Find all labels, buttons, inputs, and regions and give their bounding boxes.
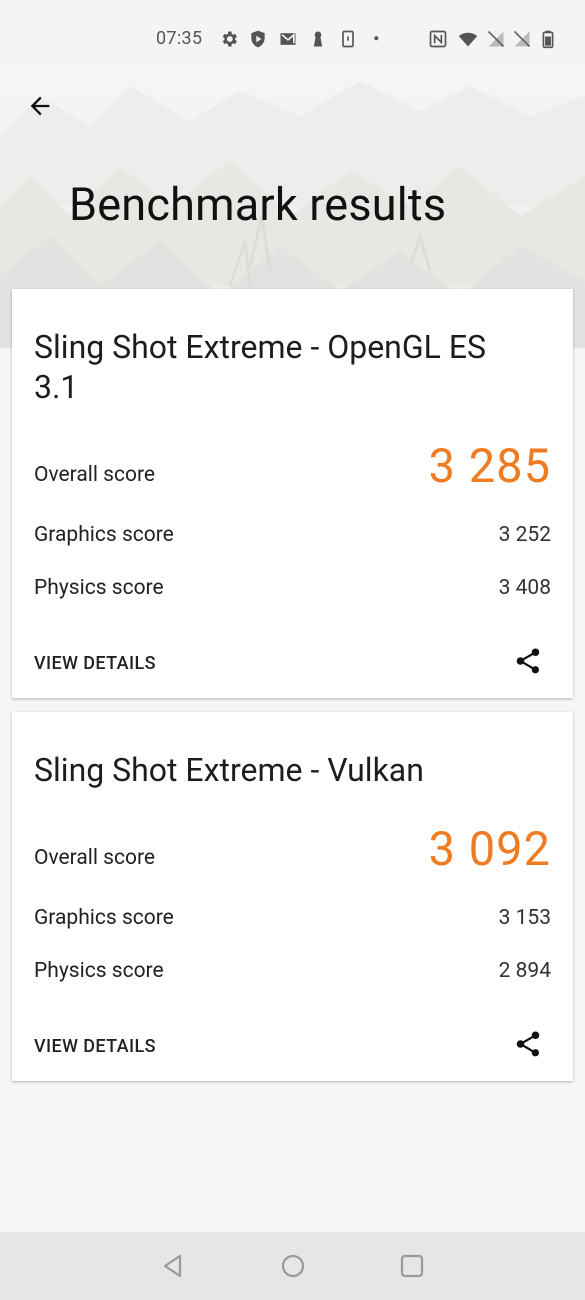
system-nav-bar (0, 1232, 585, 1300)
test-title: Sling Shot Extreme - OpenGL ES 3.1 (34, 328, 486, 406)
share-button[interactable] (513, 1029, 543, 1059)
page-title: Benchmark results (69, 178, 447, 231)
share-icon (516, 648, 540, 674)
physics-score-value: 3 408 (498, 576, 551, 600)
view-details-button[interactable]: VIEW DETAILS (34, 1036, 156, 1057)
physics-score-value: 2 894 (498, 959, 551, 983)
app-screen: 07:35 Benchmark results Sling Shot Extre… (0, 0, 585, 1300)
overall-score-value: 3 092 (428, 822, 551, 877)
phone-notification-icon (338, 29, 358, 49)
keyhole-icon (308, 29, 328, 49)
view-details-button[interactable]: VIEW DETAILS (34, 653, 156, 674)
no-signal-icon (486, 29, 506, 49)
share-button[interactable] (513, 646, 543, 676)
back-triangle-icon (163, 1254, 182, 1278)
graphics-score-label: Graphics score (34, 523, 174, 547)
shield-play-icon (248, 29, 268, 49)
nav-home-button[interactable] (279, 1252, 307, 1280)
recents-square-icon (400, 1254, 424, 1278)
battery-icon (538, 29, 558, 49)
nav-recents-button[interactable] (398, 1252, 426, 1280)
back-button[interactable] (22, 88, 58, 124)
overall-score-value: 3 285 (428, 439, 551, 494)
graphics-score-label: Graphics score (34, 906, 174, 930)
test-title: Sling Shot Extreme - Vulkan (34, 751, 424, 789)
nfc-icon (428, 29, 448, 49)
share-icon (516, 1031, 540, 1057)
status-bar: 07:35 (0, 0, 585, 66)
overall-score-label: Overall score (34, 463, 156, 487)
arrow-back-icon (30, 96, 50, 116)
result-card-vulkan: Sling Shot Extreme - Vulkan Overall scor… (12, 712, 573, 1081)
dot-icon (368, 29, 388, 49)
wifi-icon (458, 29, 478, 49)
physics-score-label: Physics score (34, 576, 164, 600)
nav-back-button[interactable] (159, 1252, 187, 1280)
gmail-icon (278, 29, 298, 49)
result-card-opengl: Sling Shot Extreme - OpenGL ES 3.1 Overa… (12, 289, 573, 698)
overall-score-label: Overall score (34, 846, 156, 870)
graphics-score-value: 3 252 (498, 523, 551, 547)
settings-icon (219, 29, 239, 49)
physics-score-label: Physics score (34, 959, 164, 983)
no-signal-icon (512, 29, 532, 49)
home-circle-icon (281, 1254, 305, 1278)
graphics-score-value: 3 153 (498, 906, 551, 930)
status-time: 07:35 (156, 28, 203, 49)
